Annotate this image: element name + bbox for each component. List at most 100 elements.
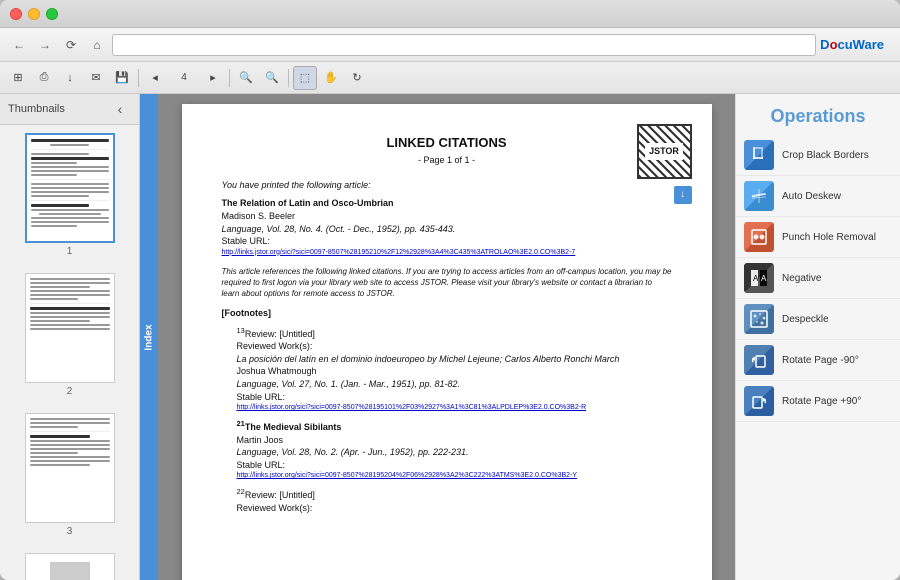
thumbnail-item-4[interactable] xyxy=(0,545,139,580)
negative-icon: A A xyxy=(744,263,774,293)
thumbnail-image-2 xyxy=(25,273,115,383)
thumbnail-page-1: 1 xyxy=(67,246,73,257)
stable-url-1[interactable]: http://links.jstor.org/sici?sici=0097-85… xyxy=(222,248,672,258)
fn1-title: Review: [Untitled] xyxy=(245,329,315,339)
ops-item-deskew[interactable]: Auto Deskew xyxy=(736,176,900,217)
refresh-button[interactable]: ⟳ xyxy=(60,34,82,56)
thumbnails-label: Thumbnails xyxy=(8,103,65,115)
fn1-url[interactable]: http://links.jstor.org/sici?sici=0097-85… xyxy=(237,403,672,413)
article-citation: Language, Vol. 28, No. 4. (Oct. - Dec., … xyxy=(222,223,672,236)
fn2-citation: Language, Vol. 28, No. 2. (Apr. - Jun., … xyxy=(237,446,672,459)
fn1-stable-label: Stable URL: xyxy=(237,391,672,404)
browser-window: ← → ⟳ ⌂ DocuWare ⊞ ⎙ ↓ ✉ 💾 ◂ 4 ▸ 🔍 🔍 ⬚ ✋… xyxy=(0,0,900,580)
fn1-work: La posición del latín en el dominio indo… xyxy=(237,353,672,366)
svg-text:A: A xyxy=(761,274,767,283)
thumbnail-image-1 xyxy=(25,133,115,243)
forward-button[interactable]: → xyxy=(34,34,56,56)
pdf-viewer[interactable]: JSTOR ↓ LINKED CITATIONS - Page 1 of 1 -… xyxy=(158,94,735,580)
ops-label-negative: Negative xyxy=(782,273,821,284)
page-num-button: 4 xyxy=(169,66,199,90)
operations-panel: Operations Crop Black Borders xyxy=(735,94,900,580)
fn2-url[interactable]: http://links.jstor.org/sici?sici=0097-85… xyxy=(237,471,672,481)
separator-3 xyxy=(288,69,289,87)
thumbnail-page-3: 3 xyxy=(67,526,73,537)
fn1-author: Joshua Whatmough xyxy=(237,365,672,378)
pdf-subtitle: - Page 1 of 1 - xyxy=(222,154,672,167)
thumbnail-panel: Thumbnails ‹ xyxy=(0,94,140,580)
intro-text: You have printed the following article: xyxy=(222,179,672,192)
nav-bar: ← → ⟳ ⌂ DocuWare xyxy=(0,28,900,62)
footnote-1: 13Review: [Untitled] Reviewed Work(s): L… xyxy=(237,326,672,413)
title-bar xyxy=(0,0,900,28)
ops-item-rotate-right[interactable]: Rotate Page +90° xyxy=(736,381,900,422)
save-button[interactable]: 💾 xyxy=(110,66,134,90)
fn3-num-title: 22Review: [Untitled] xyxy=(237,487,672,502)
fn1-reviewed-label: Reviewed Work(s): xyxy=(237,340,672,353)
article-author: Madison S. Beeler xyxy=(222,210,672,223)
thumbnail-item-3[interactable]: 3 xyxy=(0,405,139,545)
pdf-page: JSTOR ↓ LINKED CITATIONS - Page 1 of 1 -… xyxy=(182,104,712,580)
maximize-button[interactable] xyxy=(46,8,58,20)
zoom-in-button[interactable]: 🔍 xyxy=(234,66,258,90)
address-bar[interactable] xyxy=(112,34,816,56)
email-button[interactable]: ✉ xyxy=(84,66,108,90)
jstor-text: JSTOR xyxy=(645,143,683,160)
stable-url-label: Stable URL: xyxy=(222,235,672,248)
print-button[interactable]: ⎙ xyxy=(32,66,56,90)
thumbnail-item-2[interactable]: 2 xyxy=(0,265,139,405)
intro-section: You have printed the following article: xyxy=(222,179,672,192)
fn1-num-title: 13Review: [Untitled] xyxy=(237,326,672,341)
svg-text:A: A xyxy=(753,274,759,283)
fn2-author: Martin Joos xyxy=(237,434,672,447)
thumbnail-page-2: 2 xyxy=(67,386,73,397)
fn1-num: 13 xyxy=(237,326,245,335)
footnote-2: 21The Medieval Sibilants Martin Joos Lan… xyxy=(237,419,672,481)
ops-item-rotate-left[interactable]: Rotate Page -90° xyxy=(736,340,900,381)
separator-1 xyxy=(138,69,139,87)
ops-label-despeckle: Despeckle xyxy=(782,314,829,325)
ops-label-rotate-right: Rotate Page +90° xyxy=(782,396,861,407)
rotate-view-button[interactable]: ↻ xyxy=(345,66,369,90)
zoom-out-button[interactable]: 🔍 xyxy=(260,66,284,90)
ops-item-crop[interactable]: Crop Black Borders xyxy=(736,135,900,176)
arrow-right-button[interactable]: ▸ xyxy=(201,66,225,90)
article-section: The Relation of Latin and Osco-Umbrian M… xyxy=(222,197,672,257)
arrow-left-button[interactable]: ◂ xyxy=(143,66,167,90)
pan-button[interactable]: ✋ xyxy=(319,66,343,90)
back-button[interactable]: ← xyxy=(8,34,30,56)
punch-icon xyxy=(744,222,774,252)
home-button[interactable]: ⌂ xyxy=(86,34,108,56)
rotate-right-icon xyxy=(744,386,774,416)
thumbnail-item-1[interactable]: 1 xyxy=(0,125,139,265)
download-icon[interactable]: ↓ xyxy=(674,186,692,204)
thumbnail-image-3 xyxy=(25,413,115,523)
jstor-logo: JSTOR xyxy=(637,124,692,179)
fn3-num: 22 xyxy=(237,487,245,496)
fn2-stable-label: Stable URL: xyxy=(237,459,672,472)
grid-button[interactable]: ⊞ xyxy=(6,66,30,90)
close-button[interactable] xyxy=(10,8,22,20)
download-button[interactable]: ↓ xyxy=(58,66,82,90)
side-tab[interactable]: Index xyxy=(140,94,158,580)
ops-item-despeckle[interactable]: Despeckle xyxy=(736,299,900,340)
operations-title: Operations xyxy=(736,94,900,135)
footnotes-label: [Footnotes] xyxy=(222,307,672,320)
fn2-title: 21The Medieval Sibilants xyxy=(237,419,672,434)
footnote-3: 22Review: [Untitled] Reviewed Work(s): xyxy=(237,487,672,514)
collapse-panel-button[interactable]: ‹ xyxy=(109,98,131,120)
ops-label-deskew: Auto Deskew xyxy=(782,191,841,202)
deskew-icon xyxy=(744,181,774,211)
despeckle-icon xyxy=(744,304,774,334)
select-button[interactable]: ⬚ xyxy=(293,66,317,90)
crop-icon xyxy=(744,140,774,170)
fn1-citation: Language, Vol. 27, No. 1. (Jan. - Mar., … xyxy=(237,378,672,391)
ops-label-punch: Punch Hole Removal xyxy=(782,232,876,243)
body-section: This article references the following li… xyxy=(222,266,672,300)
main-area: Thumbnails ‹ xyxy=(0,94,900,580)
minimize-button[interactable] xyxy=(28,8,40,20)
body-text: This article references the following li… xyxy=(222,266,672,300)
toolbar: ⊞ ⎙ ↓ ✉ 💾 ◂ 4 ▸ 🔍 🔍 ⬚ ✋ ↻ xyxy=(0,62,900,94)
docuware-logo: DocuWare xyxy=(820,37,892,52)
ops-item-punch[interactable]: Punch Hole Removal xyxy=(736,217,900,258)
ops-item-negative[interactable]: A A Negative xyxy=(736,258,900,299)
